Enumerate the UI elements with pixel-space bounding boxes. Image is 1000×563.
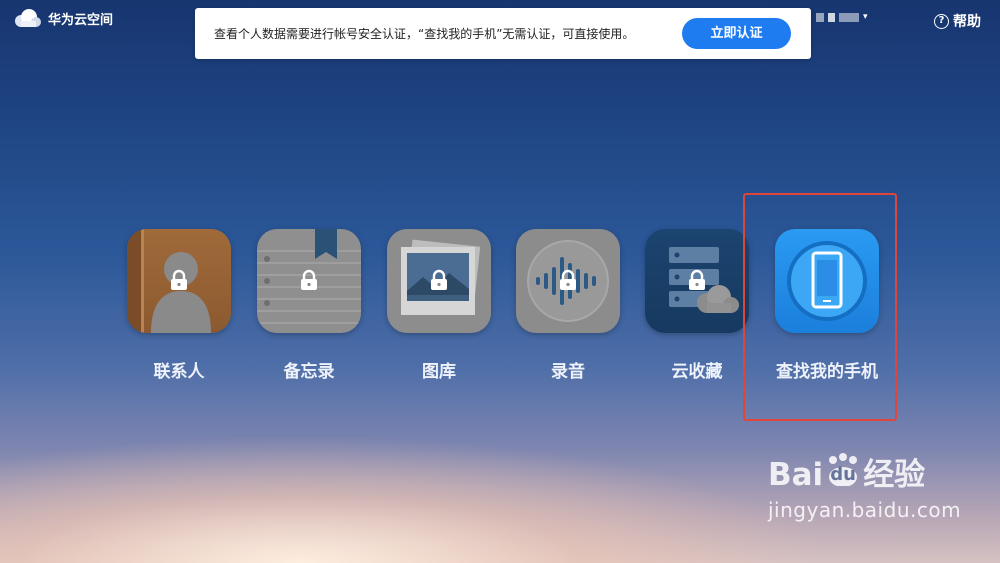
- lock-icon: [301, 269, 317, 290]
- obscured-username: [828, 12, 835, 22]
- help-label: 帮助: [953, 14, 981, 30]
- verification-notice: 查看个人数据需要进行帐号安全认证，“查找我的手机”无需认证，可直接使用。 立即认…: [195, 8, 811, 59]
- highlight-box: [743, 193, 897, 421]
- obscured-username: [816, 12, 824, 22]
- app-gallery[interactable]: 图库: [387, 229, 491, 382]
- app-logo[interactable]: 华为云空间: [12, 8, 113, 28]
- sound-wave-icon: [516, 229, 620, 333]
- lock-icon: [560, 269, 576, 290]
- app-cloud-favorites[interactable]: 云收藏: [645, 229, 749, 382]
- app-label: 图库: [422, 362, 456, 382]
- app-contacts[interactable]: 联系人: [127, 229, 231, 382]
- watermark-brand-left: Bai: [768, 456, 824, 493]
- lock-icon: [171, 269, 187, 290]
- notice-message: 查看个人数据需要进行帐号安全认证，“查找我的手机”无需认证，可直接使用。: [214, 27, 635, 41]
- help-link[interactable]: ? 帮助: [934, 11, 981, 31]
- notebook-icon: [257, 229, 361, 333]
- watermark-url: jingyan.baidu.com: [768, 498, 962, 522]
- contacts-book-icon: [127, 229, 231, 333]
- lock-icon: [431, 269, 447, 290]
- baidu-jingyan-watermark: Bai du 经验 jingyan.baidu.com: [768, 453, 994, 522]
- app-label: 备忘录: [283, 362, 335, 382]
- app-recordings[interactable]: 录音: [516, 229, 620, 382]
- cloud-favorites-icon: [645, 229, 749, 333]
- app-label: 录音: [551, 362, 585, 382]
- app-name: 华为云空间: [48, 12, 114, 28]
- verify-now-button[interactable]: 立即认证: [682, 18, 791, 49]
- chevron-down-icon: ▾: [863, 12, 868, 22]
- cloud-space-home: 华为云空间 查看个人数据需要进行帐号安全认证，“查找我的手机”无需认证，可直接使…: [0, 0, 1000, 563]
- question-circle-icon: ?: [934, 13, 949, 29]
- watermark-brand-mid: du: [830, 464, 856, 485]
- app-label: 联系人: [153, 362, 205, 382]
- app-notes[interactable]: 备忘录: [257, 229, 361, 382]
- cloud-logo-icon: [12, 8, 42, 28]
- user-account-menu[interactable]: ▾: [816, 12, 868, 22]
- watermark-brand-right: 经验: [863, 456, 926, 493]
- lock-icon: [689, 269, 705, 290]
- paw-icon: du: [824, 453, 862, 492]
- app-label: 云收藏: [671, 362, 723, 382]
- obscured-username: [839, 12, 859, 22]
- photo-gallery-icon: [387, 229, 491, 333]
